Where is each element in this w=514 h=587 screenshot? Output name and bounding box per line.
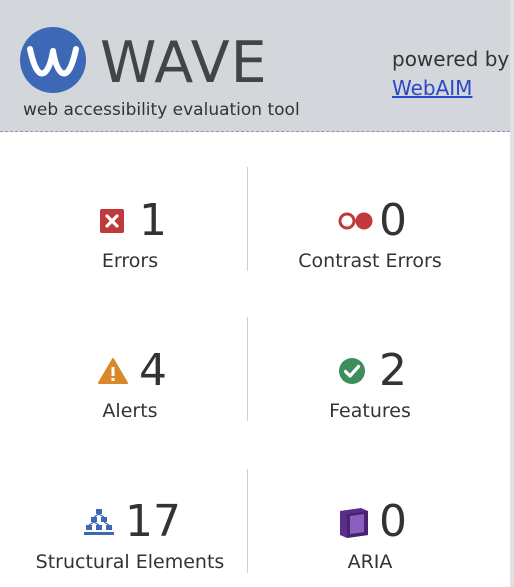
- structure-icon: [79, 507, 119, 537]
- alerts-label: Alerts: [102, 400, 158, 422]
- wave-logo-icon: [20, 27, 86, 93]
- panel-edge: [510, 0, 514, 587]
- feature-icon: [333, 356, 373, 386]
- errors-summary[interactable]: 1 Errors: [10, 196, 250, 272]
- contrast-label: Contrast Errors: [298, 250, 442, 272]
- aria-summary[interactable]: 0 ARIA: [250, 497, 490, 573]
- app-title: WAVE: [100, 30, 268, 96]
- features-summary[interactable]: 2 Features: [250, 345, 490, 423]
- app-tagline: web accessibility evaluation tool: [23, 100, 300, 120]
- contrast-count: 0: [379, 195, 407, 246]
- structure-count: 17: [125, 496, 181, 547]
- aria-count: 0: [379, 496, 407, 547]
- aria-label: ARIA: [347, 551, 393, 573]
- errors-count: 1: [139, 195, 167, 246]
- alerts-summary[interactable]: 4 Alerts: [10, 346, 250, 422]
- features-label: Features: [329, 400, 411, 422]
- alerts-count: 4: [139, 345, 167, 396]
- features-count: 2: [379, 345, 407, 396]
- header: WAVE web accessibility evaluation tool p…: [0, 0, 510, 132]
- structure-label: Structural Elements: [35, 551, 225, 573]
- error-icon: [93, 206, 133, 236]
- aria-icon: [333, 507, 373, 538]
- alert-icon: [93, 356, 133, 386]
- errors-label: Errors: [101, 250, 159, 272]
- powered-by-text: powered by: [392, 47, 510, 71]
- webaim-link[interactable]: WebAIM: [392, 76, 472, 100]
- contrast-icon: [333, 206, 373, 236]
- structure-summary[interactable]: 17 Structural Elements: [10, 496, 250, 574]
- contrast-errors-summary[interactable]: 0 Contrast Errors: [250, 195, 490, 273]
